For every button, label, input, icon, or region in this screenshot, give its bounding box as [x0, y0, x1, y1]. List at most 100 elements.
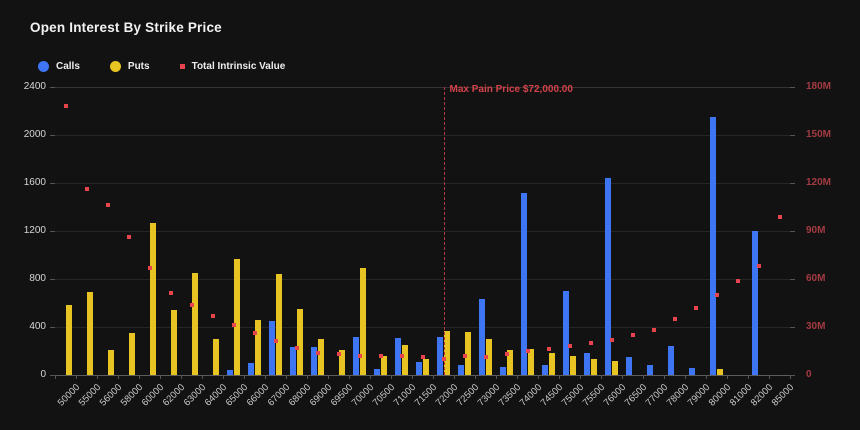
puts-bar-76000[interactable] — [612, 361, 618, 375]
x-axis-tick — [748, 375, 749, 379]
intrinsic-dot-63000[interactable] — [190, 303, 194, 307]
intrinsic-dot-50000[interactable] — [64, 104, 68, 108]
x-axis-tick — [769, 375, 770, 379]
calls-bar-74000[interactable] — [521, 193, 527, 375]
puts-bar-71500[interactable] — [423, 359, 429, 375]
intrinsic-dot-85000[interactable] — [778, 215, 782, 219]
puts-bar-55000[interactable] — [87, 292, 93, 375]
intrinsic-dot-77000[interactable] — [652, 328, 656, 332]
x-axis-tick — [76, 375, 77, 379]
x-axis-tick — [496, 375, 497, 379]
intrinsic-dot-62000[interactable] — [169, 291, 173, 295]
x-axis-label-56000: 56000 — [98, 382, 124, 408]
puts-bar-60000[interactable] — [150, 223, 156, 375]
x-axis-label-50000: 50000 — [56, 382, 82, 408]
puts-bar-70000[interactable] — [360, 268, 366, 375]
intrinsic-dot-69000[interactable] — [316, 351, 320, 355]
intrinsic-dot-73500[interactable] — [505, 352, 509, 356]
max-pain-label: Max Pain Price $72,000.00 — [450, 84, 573, 95]
puts-bar-68000[interactable] — [297, 309, 303, 375]
puts-bar-58000[interactable] — [129, 333, 135, 375]
intrinsic-dot-71500[interactable] — [421, 355, 425, 359]
x-axis-tick — [601, 375, 602, 379]
puts-bar-63000[interactable] — [192, 273, 198, 375]
x-axis-tick — [139, 375, 140, 379]
puts-bar-62000[interactable] — [171, 310, 177, 375]
intrinsic-dot-70000[interactable] — [358, 354, 362, 358]
calls-bar-72000[interactable] — [437, 337, 443, 375]
intrinsic-dot-74000[interactable] — [526, 349, 530, 353]
intrinsic-dot-72500[interactable] — [463, 354, 467, 358]
calls-bar-65000[interactable] — [227, 370, 233, 375]
intrinsic-dot-79000[interactable] — [694, 306, 698, 310]
puts-bar-50000[interactable] — [66, 305, 72, 375]
calls-bar-75500[interactable] — [584, 353, 590, 375]
calls-bar-76000[interactable] — [605, 178, 611, 375]
x-axis-label-62000: 62000 — [161, 382, 187, 408]
x-axis-label-73500: 73500 — [497, 382, 523, 408]
x-axis-label-65000: 65000 — [224, 382, 250, 408]
x-axis-tick — [55, 375, 56, 379]
calls-bar-76500[interactable] — [626, 357, 632, 375]
calls-bar-70500[interactable] — [374, 369, 380, 375]
x-axis-label-76500: 76500 — [623, 382, 649, 408]
y-axis-left-tick — [50, 87, 55, 88]
x-axis-label-81000: 81000 — [728, 382, 754, 408]
intrinsic-dot-81000[interactable] — [736, 279, 740, 283]
intrinsic-dot-65000[interactable] — [232, 323, 236, 327]
puts-bar-72000[interactable] — [444, 331, 450, 375]
calls-bar-80000[interactable] — [710, 117, 716, 375]
x-axis-tick — [97, 375, 98, 379]
intrinsic-dot-80000[interactable] — [715, 293, 719, 297]
puts-bar-75000[interactable] — [570, 356, 576, 375]
intrinsic-dot-75000[interactable] — [568, 344, 572, 348]
intrinsic-dot-74500[interactable] — [547, 347, 551, 351]
intrinsic-dot-68000[interactable] — [295, 346, 299, 350]
calls-bar-71500[interactable] — [416, 362, 422, 375]
intrinsic-dot-72000[interactable] — [442, 357, 446, 361]
puts-bar-71000[interactable] — [402, 345, 408, 375]
calls-bar-75000[interactable] — [563, 291, 569, 375]
puts-bar-69000[interactable] — [318, 339, 324, 375]
intrinsic-dot-70500[interactable] — [379, 354, 383, 358]
intrinsic-dot-58000[interactable] — [127, 235, 131, 239]
puts-bar-70500[interactable] — [381, 356, 387, 375]
intrinsic-dot-67000[interactable] — [274, 339, 278, 343]
calls-bar-73500[interactable] — [500, 367, 506, 375]
intrinsic-dot-55000[interactable] — [85, 187, 89, 191]
intrinsic-dot-56000[interactable] — [106, 203, 110, 207]
calls-bar-77000[interactable] — [647, 365, 653, 375]
intrinsic-dot-60000[interactable] — [148, 266, 152, 270]
intrinsic-dot-78000[interactable] — [673, 317, 677, 321]
x-axis-label-55000: 55000 — [77, 382, 103, 408]
intrinsic-dot-76000[interactable] — [610, 338, 614, 342]
puts-bar-80000[interactable] — [717, 369, 723, 375]
calls-bar-73000[interactable] — [479, 299, 485, 375]
intrinsic-dot-73000[interactable] — [484, 355, 488, 359]
puts-bar-74500[interactable] — [549, 353, 555, 375]
puts-bar-67000[interactable] — [276, 274, 282, 375]
puts-bar-65000[interactable] — [234, 259, 240, 375]
intrinsic-dot-64000[interactable] — [211, 314, 215, 318]
calls-bar-72500[interactable] — [458, 365, 464, 375]
calls-bar-74500[interactable] — [542, 365, 548, 375]
calls-bar-66000[interactable] — [248, 363, 254, 375]
puts-bar-64000[interactable] — [213, 339, 219, 375]
calls-bar-67000[interactable] — [269, 321, 275, 375]
puts-bar-56000[interactable] — [108, 350, 114, 375]
calls-bar-78000[interactable] — [668, 346, 674, 375]
intrinsic-dot-66000[interactable] — [253, 331, 257, 335]
y-axis-left-label: 2000 — [12, 129, 46, 140]
calls-bar-79000[interactable] — [689, 368, 695, 375]
puts-bar-75500[interactable] — [591, 359, 597, 375]
intrinsic-dot-82000[interactable] — [757, 264, 761, 268]
calls-bar-82000[interactable] — [752, 231, 758, 375]
y-axis-left-label: 800 — [12, 273, 46, 284]
x-axis-tick — [790, 375, 791, 379]
calls-bar-68000[interactable] — [290, 347, 296, 375]
puts-bar-66000[interactable] — [255, 320, 261, 375]
intrinsic-dot-76500[interactable] — [631, 333, 635, 337]
intrinsic-dot-71000[interactable] — [400, 354, 404, 358]
intrinsic-dot-75500[interactable] — [589, 341, 593, 345]
intrinsic-dot-69500[interactable] — [337, 352, 341, 356]
